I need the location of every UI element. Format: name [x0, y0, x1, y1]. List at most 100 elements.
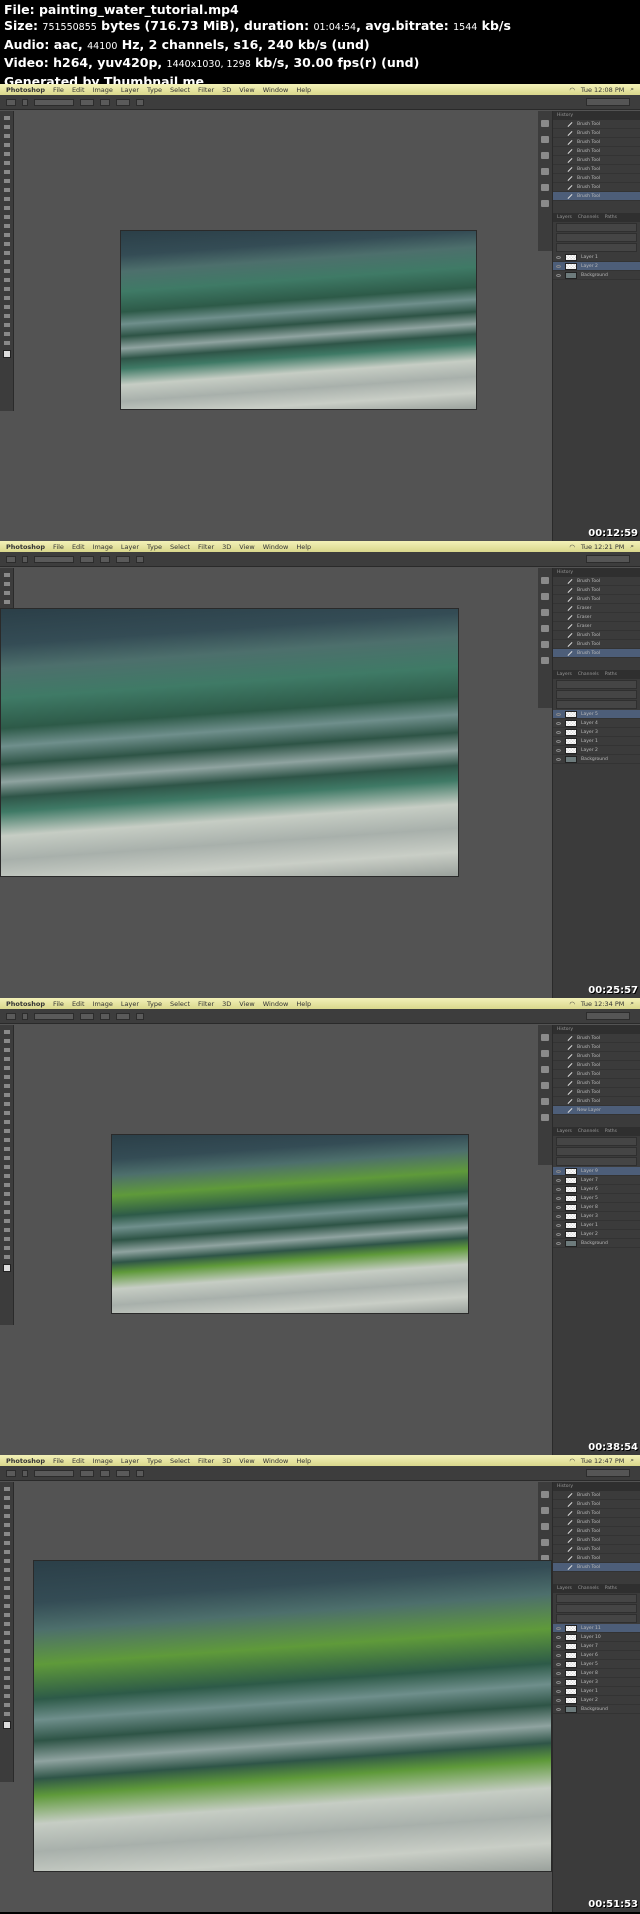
- tool-icon[interactable]: [3, 1667, 10, 1671]
- tool-icon[interactable]: [3, 1201, 10, 1205]
- panel-icon[interactable]: [541, 1098, 549, 1105]
- tab-channels[interactable]: Channels: [578, 1129, 599, 1134]
- menu-layer[interactable]: Layer: [121, 1000, 139, 1008]
- option-control[interactable]: [22, 1469, 28, 1477]
- wifi-icon[interactable]: ◠: [569, 1000, 575, 1008]
- tool-icon[interactable]: [3, 1568, 10, 1572]
- visibility-eye-icon[interactable]: [556, 748, 561, 752]
- menu-3d[interactable]: 3D: [222, 1457, 231, 1465]
- panel-icon[interactable]: [541, 1082, 549, 1089]
- panel-icon[interactable]: [541, 1507, 549, 1514]
- menu-window[interactable]: Window: [263, 1000, 289, 1008]
- visibility-eye-icon[interactable]: [556, 1680, 561, 1684]
- option-control[interactable]: [136, 555, 144, 563]
- foreground-color-swatch[interactable]: [2, 1721, 11, 1729]
- tool-icon[interactable]: [3, 287, 10, 291]
- history-item[interactable]: Brush Tool: [553, 1079, 640, 1088]
- tool-icon[interactable]: [3, 1156, 10, 1160]
- history-item[interactable]: Brush Tool: [553, 1052, 640, 1061]
- layer-row[interactable]: Layer 6: [553, 1185, 640, 1194]
- tool-icon[interactable]: [3, 1541, 10, 1545]
- tool-icon[interactable]: [3, 1120, 10, 1124]
- tool-icon[interactable]: [3, 573, 10, 577]
- tool-icon[interactable]: [3, 1712, 10, 1716]
- tool-icon[interactable]: [3, 152, 10, 156]
- clock[interactable]: Tue 12:21 PM: [581, 543, 625, 551]
- tool-icon[interactable]: [3, 242, 10, 246]
- history-item[interactable]: Eraser: [553, 613, 640, 622]
- visibility-eye-icon[interactable]: [556, 1698, 561, 1702]
- panel-icon[interactable]: [541, 136, 549, 143]
- tool-icon[interactable]: [3, 1523, 10, 1527]
- menu-type[interactable]: Type: [147, 543, 162, 551]
- foreground-color-swatch[interactable]: [2, 1264, 11, 1272]
- layer-row[interactable]: Layer 7: [553, 1642, 640, 1651]
- workspace-switcher[interactable]: [586, 1469, 630, 1477]
- menu-file[interactable]: File: [53, 86, 64, 94]
- visibility-eye-icon[interactable]: [556, 712, 561, 716]
- blend-mode-select[interactable]: [556, 690, 637, 699]
- layer-row[interactable]: Background: [553, 1239, 640, 1248]
- tool-icon[interactable]: [3, 215, 10, 219]
- menu-image[interactable]: Image: [93, 1457, 113, 1465]
- history-item[interactable]: Brush Tool: [553, 640, 640, 649]
- menu-type[interactable]: Type: [147, 86, 162, 94]
- history-tab[interactable]: History: [557, 1027, 573, 1032]
- menu-layer[interactable]: Layer: [121, 1457, 139, 1465]
- layer-row[interactable]: Layer 4: [553, 719, 640, 728]
- menu-view[interactable]: View: [239, 1000, 254, 1008]
- panel-icon[interactable]: [541, 593, 549, 600]
- layer-row[interactable]: Layer 5: [553, 710, 640, 719]
- lock-fill-controls[interactable]: [556, 243, 637, 252]
- visibility-eye-icon[interactable]: [556, 721, 561, 725]
- menu-view[interactable]: View: [239, 86, 254, 94]
- tool-icon[interactable]: [3, 1075, 10, 1079]
- menu-select[interactable]: Select: [170, 1000, 190, 1008]
- tool-icon[interactable]: [3, 323, 10, 327]
- panel-icon[interactable]: [541, 1539, 549, 1546]
- tool-icon[interactable]: [3, 1514, 10, 1518]
- layer-filter[interactable]: [556, 1594, 637, 1603]
- tool-icon[interactable]: [3, 179, 10, 183]
- tool-icon[interactable]: [3, 1147, 10, 1151]
- tool-icon[interactable]: [3, 1658, 10, 1662]
- visibility-eye-icon[interactable]: [556, 264, 561, 268]
- tool-icon[interactable]: [3, 224, 10, 228]
- tool-icon[interactable]: [3, 1084, 10, 1088]
- layer-row[interactable]: Layer 10: [553, 1633, 640, 1642]
- history-item[interactable]: Brush Tool: [553, 165, 640, 174]
- tool-icon[interactable]: [3, 125, 10, 129]
- visibility-eye-icon[interactable]: [556, 1178, 561, 1182]
- menu-help[interactable]: Help: [296, 86, 311, 94]
- visibility-eye-icon[interactable]: [556, 1689, 561, 1693]
- option-control[interactable]: [22, 555, 28, 563]
- tool-icon[interactable]: [3, 1210, 10, 1214]
- visibility-eye-icon[interactable]: [556, 1241, 561, 1245]
- menu-photoshop[interactable]: Photoshop: [6, 543, 45, 551]
- tab-layers[interactable]: Layers: [557, 1586, 572, 1591]
- option-control[interactable]: [34, 555, 74, 563]
- tool-icon[interactable]: [3, 260, 10, 264]
- panel-icon[interactable]: [541, 1523, 549, 1530]
- blend-mode-select[interactable]: [556, 233, 637, 242]
- history-item[interactable]: Brush Tool: [553, 192, 640, 201]
- menu-edit[interactable]: Edit: [72, 1000, 85, 1008]
- layer-row[interactable]: Layer 2: [553, 1696, 640, 1705]
- menu-type[interactable]: Type: [147, 1000, 162, 1008]
- history-item[interactable]: Brush Tool: [553, 147, 640, 156]
- tool-icon[interactable]: [3, 1183, 10, 1187]
- tool-icon[interactable]: [3, 1219, 10, 1223]
- panel-icon[interactable]: [541, 625, 549, 632]
- tool-icon[interactable]: [3, 1066, 10, 1070]
- option-control[interactable]: [136, 98, 144, 106]
- menu-3d[interactable]: 3D: [222, 1000, 231, 1008]
- option-control[interactable]: [34, 1469, 74, 1477]
- tab-paths[interactable]: Paths: [605, 1129, 617, 1134]
- tool-icon[interactable]: [3, 591, 10, 595]
- menu-filter[interactable]: Filter: [198, 86, 214, 94]
- layer-row[interactable]: Layer 5: [553, 1660, 640, 1669]
- panel-icon[interactable]: [541, 1066, 549, 1073]
- clock[interactable]: Tue 12:47 PM: [581, 1457, 625, 1465]
- menu-edit[interactable]: Edit: [72, 1457, 85, 1465]
- history-item[interactable]: Brush Tool: [553, 183, 640, 192]
